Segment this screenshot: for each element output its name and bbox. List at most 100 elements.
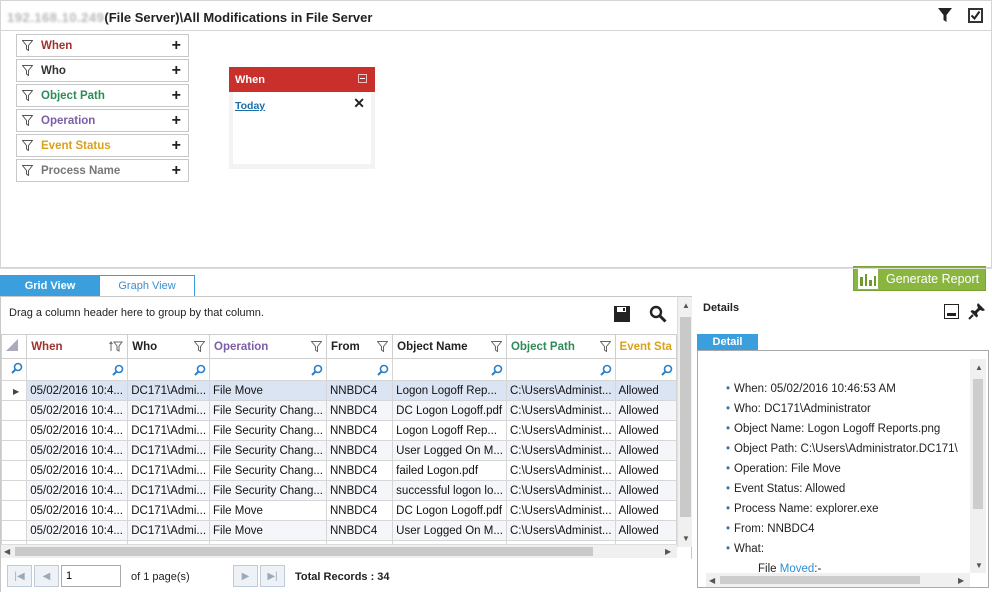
table-row[interactable]: 05/02/2016 10:4... DC171\Admi... File Secu… <box>1 400 677 421</box>
column-header-when[interactable]: When <box>26 334 129 359</box>
filter-process-name[interactable]: Process Name + <box>16 159 189 182</box>
table-row[interactable]: 05/02/2016 10:4...DC171\Admi...File Move… <box>1 520 677 541</box>
table-cell: Allowed <box>614 460 677 481</box>
details-panel: Details Detail • When: 05/02/2016 10:46:5… <box>696 296 992 592</box>
minimize-icon[interactable] <box>944 304 959 319</box>
grid-vertical-scrollbar[interactable]: ▲ ▼ <box>677 297 692 547</box>
filter-operation[interactable]: Operation + <box>16 109 189 132</box>
page-number-input[interactable] <box>61 565 121 587</box>
bullet: • <box>726 543 731 555</box>
row-indicator[interactable] <box>1 520 28 541</box>
search-icon <box>377 364 389 376</box>
column-search-cell[interactable] <box>26 358 129 381</box>
column-header-event-sta[interactable]: Event Sta <box>614 334 677 359</box>
row-indicator[interactable] <box>1 480 28 501</box>
row-indicator[interactable] <box>1 420 28 441</box>
bullet: • <box>726 403 731 415</box>
collapse-icon[interactable] <box>358 74 367 83</box>
bullet: • <box>726 383 731 395</box>
column-header-object-name[interactable]: Object Name <box>392 334 507 359</box>
remove-filter-close-icon[interactable]: ✕ <box>353 95 365 112</box>
table-row[interactable]: 05/02/2016 10:4... DC171\Admi... File Secu… <box>1 480 677 501</box>
detail-label: Process Name: <box>734 503 813 515</box>
table-cell: C:\Users\Administ... <box>505 440 616 461</box>
table-row[interactable]: ▶ 05/02/2016 10:4... DC171\Admi... File Mov… <box>1 380 677 401</box>
column-search-cell[interactable] <box>614 358 677 381</box>
column-header-operation[interactable]: Operation <box>209 334 327 359</box>
filter-who[interactable]: Who + <box>16 59 189 82</box>
column-filter-icon[interactable] <box>310 341 323 355</box>
table-cell: File Security Chang... <box>209 480 327 501</box>
add-icon[interactable]: + <box>172 112 181 130</box>
table-row[interactable]: 05/02/2016 10:4... DC171\Admi... File Secu… <box>1 440 677 461</box>
search-icon <box>11 362 23 374</box>
report-header: 192.168.10.249(File Server)\All Modifica… <box>0 0 992 30</box>
detail-item: • When: 05/02/2016 10:46:53 AM <box>726 379 958 399</box>
table-row[interactable]: 05/02/2016 10:4... DC171\Admi... File Secu… <box>1 420 677 441</box>
funnel-icon <box>22 65 34 77</box>
tab-graph-view[interactable]: Graph View <box>100 275 195 296</box>
row-indicator[interactable] <box>1 460 28 481</box>
column-header-object-path[interactable]: Object Path <box>505 334 616 359</box>
table-cell: Allowed <box>614 400 677 421</box>
funnel-icon <box>22 165 34 177</box>
column-header-who[interactable]: Who <box>127 334 211 359</box>
generate-report-button[interactable]: Generate Report <box>853 266 986 291</box>
add-icon[interactable]: + <box>172 62 181 80</box>
filter-object-path[interactable]: Object Path + <box>16 84 189 107</box>
add-icon[interactable]: + <box>172 162 181 180</box>
table-row[interactable]: 05/02/2016 10:4...DC171\Admi...File Move… <box>1 500 677 521</box>
column-search-cell[interactable] <box>392 358 507 381</box>
scroll-thumb[interactable] <box>973 379 983 509</box>
column-filter-icon[interactable] <box>376 341 389 355</box>
next-page-button[interactable]: ▶ <box>233 565 258 587</box>
first-page-button[interactable]: |◀ <box>7 565 32 587</box>
tab-grid-view[interactable]: Grid View <box>0 275 100 296</box>
data-grid: When Who Operation From Object Name Object Pa… <box>1 334 677 544</box>
total-records: Total Records : 34 <box>295 571 390 583</box>
add-icon[interactable]: + <box>172 37 181 55</box>
table-cell: 05/02/2016 10:4... <box>26 380 129 401</box>
table-cell: DC171\Admi... <box>127 520 211 541</box>
column-search-cell[interactable] <box>209 358 327 381</box>
row-indicator[interactable] <box>1 400 28 421</box>
column-search-cell[interactable] <box>127 358 211 381</box>
tab-detail[interactable]: Detail <box>697 334 758 350</box>
prev-page-button[interactable]: ◀ <box>34 565 59 587</box>
save-icon[interactable] <box>613 305 631 323</box>
column-search-cell[interactable] <box>505 358 616 381</box>
search-icon <box>311 364 323 376</box>
when-value-link[interactable]: Today <box>235 100 265 112</box>
add-icon[interactable]: + <box>172 87 181 105</box>
scroll-thumb[interactable] <box>15 547 593 556</box>
scroll-thumb[interactable] <box>680 317 691 517</box>
column-filter-icon[interactable] <box>109 341 124 355</box>
search-icon[interactable] <box>649 305 667 323</box>
scroll-thumb[interactable] <box>720 576 920 584</box>
grid-horizontal-scrollbar[interactable]: ◀ ▶ <box>1 544 677 558</box>
pin-icon[interactable] <box>968 302 986 320</box>
last-page-button[interactable]: ▶| <box>260 565 285 587</box>
column-search-cell[interactable] <box>325 358 394 381</box>
column-filter-icon[interactable] <box>599 341 612 355</box>
detail-vertical-scrollbar[interactable]: ▲ ▼ <box>970 359 986 573</box>
detail-item: • Process Name: explorer.exe <box>726 499 958 519</box>
table-cell: File Move <box>209 380 327 401</box>
add-icon[interactable]: + <box>172 137 181 155</box>
select-checkbox-icon[interactable] <box>966 6 984 24</box>
column-filter-icon[interactable] <box>193 341 206 355</box>
bullet: • <box>726 463 731 475</box>
column-header-from[interactable]: From <box>325 334 394 359</box>
column-filter-icon[interactable] <box>490 341 503 355</box>
row-indicator[interactable] <box>1 440 28 461</box>
column-header-label: When <box>31 340 63 353</box>
detail-label: Event Status: <box>734 483 803 495</box>
filter-icon[interactable] <box>936 6 954 24</box>
row-indicator[interactable] <box>1 500 28 521</box>
filter-when[interactable]: When + <box>16 34 189 57</box>
filter-event-status[interactable]: Event Status + <box>16 134 189 157</box>
corner-triangle-icon <box>6 339 18 351</box>
table-row[interactable]: 05/02/2016 10:4... DC171\Admi... File Secu… <box>1 460 677 481</box>
detail-horizontal-scrollbar[interactable]: ◀ ▶ <box>706 573 970 587</box>
row-indicator[interactable]: ▶ <box>1 380 28 401</box>
